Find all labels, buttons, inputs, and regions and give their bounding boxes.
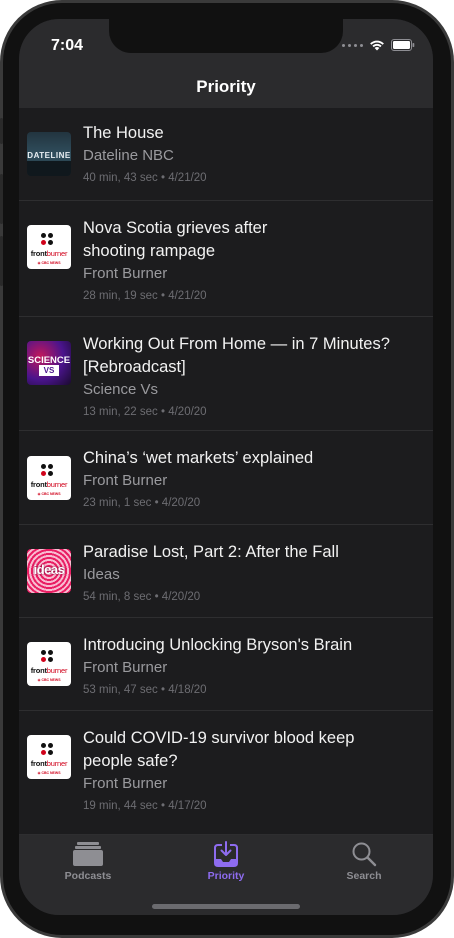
episode-info: Introducing Unlocking Bryson's Brain Fro… <box>83 634 413 697</box>
episode-list[interactable]: DATELINE The House Dateline NBC 40 min, … <box>19 108 433 835</box>
wifi-icon <box>370 40 384 51</box>
episode-info: China’s ‘wet markets’ explained Front Bu… <box>83 447 413 510</box>
front-burner-artwork: frontburner ◉ CBC NEWS <box>27 642 71 686</box>
episode-info: Nova Scotia grieves after shooting rampa… <box>83 217 413 303</box>
episode-title: Nova Scotia grieves after shooting rampa… <box>83 219 268 260</box>
tab-priority[interactable]: Priority <box>157 841 295 889</box>
episode-title: Paradise Lost, Part 2: After the Fall <box>83 543 339 561</box>
notch <box>109 19 343 53</box>
device-frame: 7:04 Priority DATELINE The House Datelin… <box>0 0 454 938</box>
ideas-artwork: ideas <box>27 549 71 593</box>
tab-label: Priority <box>207 870 245 882</box>
episode-row[interactable]: frontburner ◉ CBC NEWS Nova Scotia griev… <box>19 201 433 317</box>
episode-show: Dateline NBC <box>83 147 174 164</box>
episode-meta: 13 min, 22 sec • 4/20/20 <box>83 406 207 418</box>
podcasts-stack-icon <box>73 842 103 866</box>
episode-meta: 23 min, 1 sec • 4/20/20 <box>83 497 201 509</box>
nav-bar: Priority <box>19 65 433 108</box>
tab-label: Podcasts <box>64 870 112 882</box>
episode-meta: 53 min, 47 sec • 4/18/20 <box>83 684 207 696</box>
episode-title: Introducing Unlocking Bryson's Brain <box>83 636 353 654</box>
dateline-artwork: DATELINE <box>27 132 71 176</box>
episode-meta: 28 min, 19 sec • 4/21/20 <box>83 290 207 302</box>
status-icons <box>342 39 415 51</box>
science-vs-artwork: SCIENCE VS <box>27 341 71 385</box>
tab-label: Search <box>346 870 382 882</box>
episode-row[interactable]: frontburner ◉ CBC NEWS Could COVID-19 su… <box>19 711 433 835</box>
episode-show: Front Burner <box>83 265 168 282</box>
home-indicator[interactable] <box>152 904 300 909</box>
screen: 7:04 Priority DATELINE The House Datelin… <box>19 19 433 915</box>
episode-row[interactable]: SCIENCE VS Working Out From Home — in 7 … <box>19 317 433 431</box>
episode-meta: 19 min, 44 sec • 4/17/20 <box>83 800 207 812</box>
priority-inbox-icon <box>214 841 238 867</box>
episode-meta: 40 min, 43 sec • 4/21/20 <box>83 172 207 184</box>
episode-info: Paradise Lost, Part 2: After the Fall Id… <box>83 541 413 604</box>
episode-title: Working Out From Home — in 7 Minutes? [R… <box>83 335 390 376</box>
episode-row[interactable]: DATELINE The House Dateline NBC 40 min, … <box>19 108 433 201</box>
status-time: 7:04 <box>51 37 84 54</box>
front-burner-artwork: frontburner ◉ CBC NEWS <box>27 225 71 269</box>
episode-show: Front Burner <box>83 775 168 792</box>
tab-bar: Podcasts Priority Search <box>19 835 433 915</box>
episode-info: The House Dateline NBC 40 min, 43 sec • … <box>83 122 413 185</box>
episode-info: Could COVID-19 survivor blood keep peopl… <box>83 727 413 813</box>
episode-show: Front Burner <box>83 472 168 489</box>
search-icon <box>352 842 377 867</box>
episode-show: Front Burner <box>83 659 168 676</box>
tab-search[interactable]: Search <box>295 841 433 889</box>
episode-info: Working Out From Home — in 7 Minutes? [R… <box>83 333 413 419</box>
episode-show: Science Vs <box>83 381 159 398</box>
tab-podcasts[interactable]: Podcasts <box>19 841 157 889</box>
front-burner-artwork: frontburner ◉ CBC NEWS <box>27 735 71 779</box>
page-title: Priority <box>196 76 256 96</box>
battery-icon <box>391 39 415 51</box>
signal-icon <box>342 43 363 47</box>
episode-row[interactable]: frontburner ◉ CBC NEWS China’s ‘wet mark… <box>19 431 433 525</box>
episode-title: The House <box>83 124 164 142</box>
episode-row[interactable]: frontburner ◉ CBC NEWS Introducing Unloc… <box>19 618 433 711</box>
status-bar: 7:04 <box>19 19 433 65</box>
episode-row[interactable]: ideas Paradise Lost, Part 2: After the F… <box>19 525 433 618</box>
episode-title: China’s ‘wet markets’ explained <box>83 449 314 467</box>
episode-meta: 54 min, 8 sec • 4/20/20 <box>83 591 201 603</box>
episode-title: Could COVID-19 survivor blood keep peopl… <box>83 729 355 770</box>
front-burner-artwork: frontburner ◉ CBC NEWS <box>27 456 71 500</box>
episode-show: Ideas <box>83 566 120 583</box>
